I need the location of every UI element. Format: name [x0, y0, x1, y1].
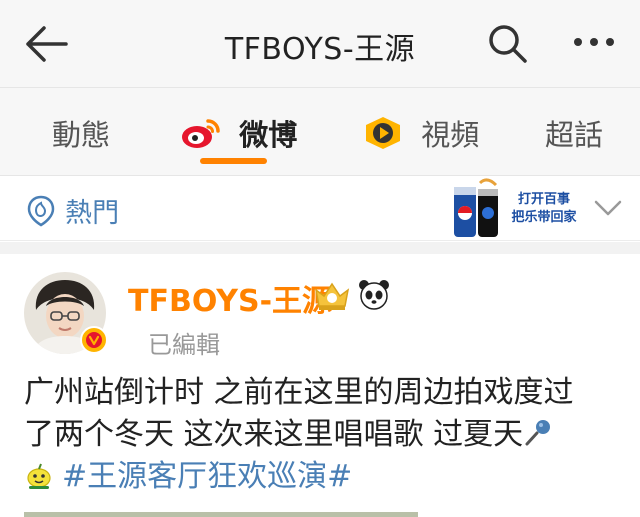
hot-filter-label: 熱門: [65, 198, 120, 229]
post-text-line-1: 广州站倒计时 之前在这里的周边拍戏度过: [24, 375, 574, 410]
top-bar: TFBOYS-王源: [0, 0, 640, 88]
tab-weibo-label: 微博: [239, 118, 298, 152]
ad-text-line-2: 把乐带回家: [511, 209, 577, 225]
hot-filter[interactable]: 熱門: [26, 191, 120, 229]
post-text-line-2: 了两个冬天 这次来这里唱唱歌 过夏天: [24, 417, 524, 452]
ad-text-line-1: 打开百事: [518, 191, 570, 207]
lemon-emoji-icon: [27, 463, 51, 489]
post-text-line-3: #王源客厅狂欢巡演#: [24, 456, 624, 498]
tab-video-label: 視頻: [421, 118, 480, 152]
verified-badge-icon: [80, 326, 108, 354]
tab-weibo[interactable]: 微博: [180, 112, 297, 152]
tab-video[interactable]: 視頻: [362, 112, 479, 152]
tab-dynamics-label: 動態: [52, 118, 111, 152]
tab-super-topic-label: 超話: [545, 118, 604, 152]
weibo-logo-icon: [182, 119, 220, 148]
post-text-line-2-wrap: 了两个冬天 这次来这里唱唱歌 过夏天: [24, 414, 624, 456]
post-edited-label: 已編輯: [148, 331, 220, 359]
search-icon[interactable]: [486, 22, 528, 64]
more-icon[interactable]: [570, 30, 618, 54]
post-author-name[interactable]: TFBOYS-王源: [128, 276, 332, 320]
chevron-down-icon[interactable]: [592, 196, 624, 220]
tab-super-topic[interactable]: 超話: [545, 112, 603, 152]
tab-dynamics[interactable]: 動態: [52, 112, 110, 152]
microphone-emoji-icon: [525, 420, 551, 446]
crown-member-icon[interactable]: [312, 278, 352, 312]
panda-badge-icon[interactable]: [358, 278, 390, 310]
active-tab-indicator: [200, 158, 267, 164]
video-play-icon: [366, 117, 400, 149]
section-divider: [0, 242, 640, 254]
hot-location-icon: [27, 195, 55, 226]
hashtag-link[interactable]: #王源客厅狂欢巡演#: [62, 459, 352, 494]
tab-bar: 動態 微博 視頻 超話: [0, 88, 640, 176]
page-title: TFBOYS-王源: [224, 32, 416, 67]
post-content: 广州站倒计时 之前在这里的周边拍戏度过 了两个冬天 这次来这里唱唱歌 过夏天 #…: [24, 372, 624, 498]
pepsi-ad-banner[interactable]: 打开百事 把乐带回家: [452, 177, 592, 241]
post-image-preview[interactable]: [24, 512, 418, 517]
